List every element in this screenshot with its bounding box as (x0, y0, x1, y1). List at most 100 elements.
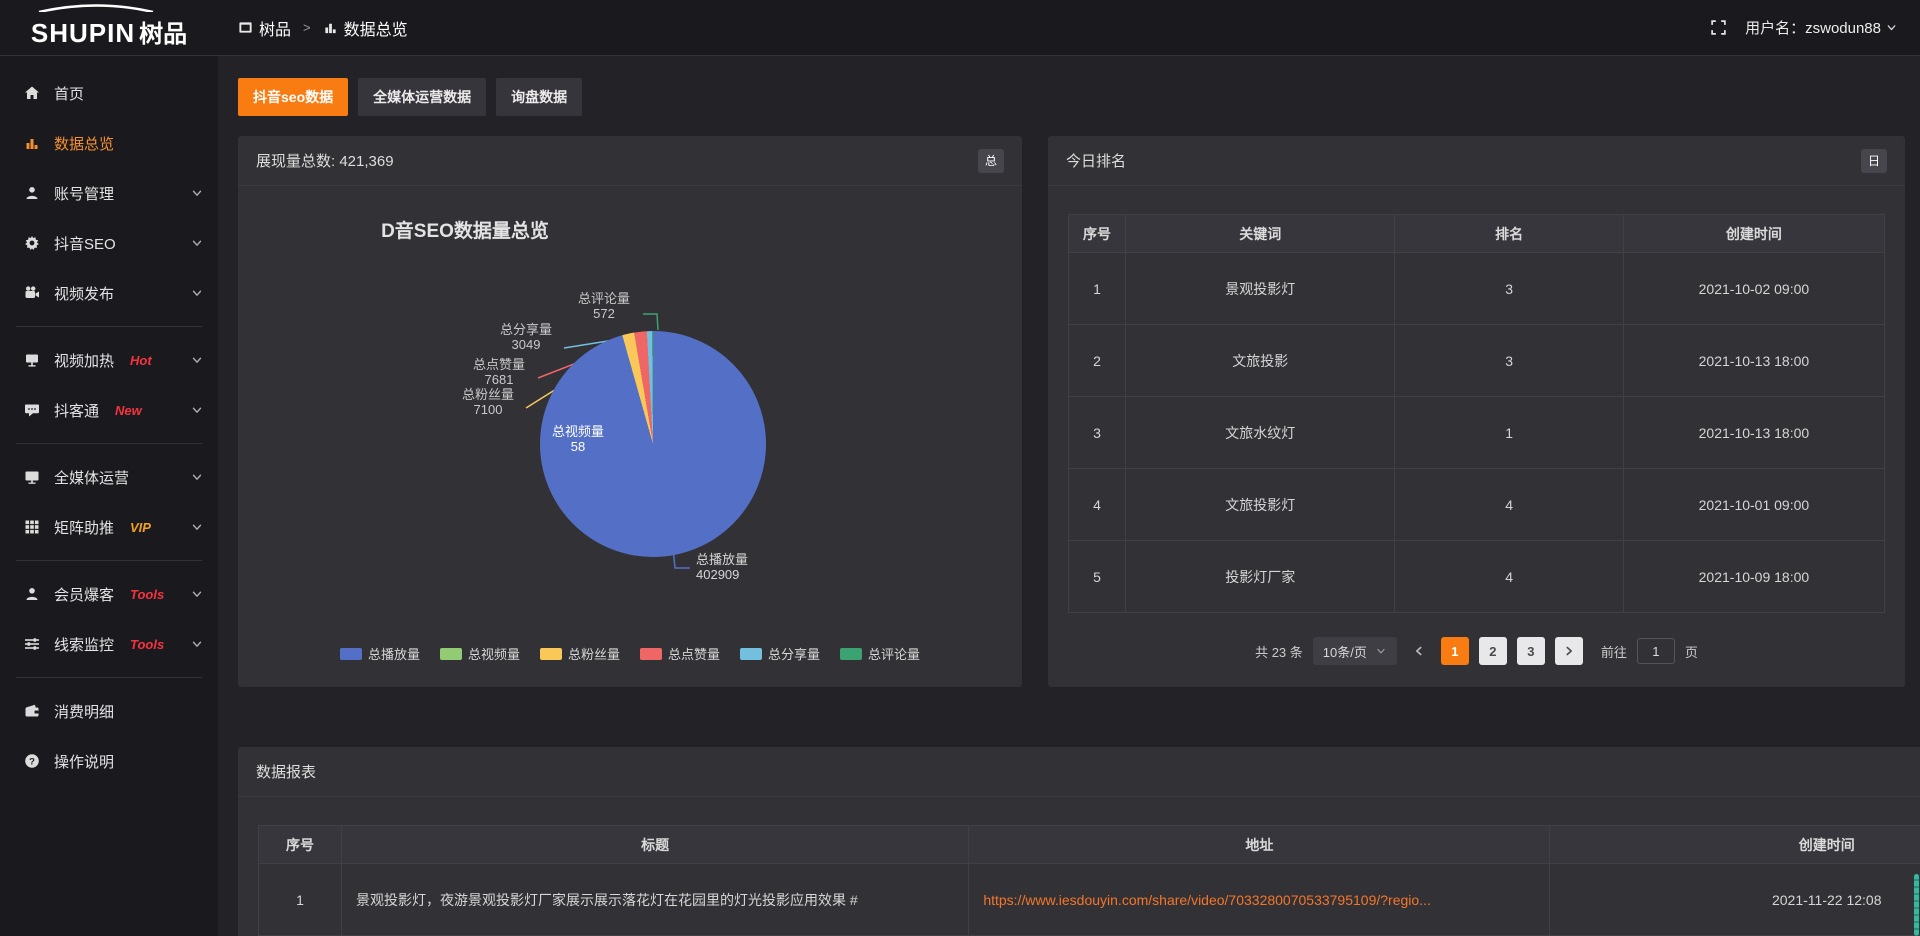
cell-created-time: 2021-10-13 18:00 (1623, 325, 1884, 397)
legend-item-shares[interactable]: 总分享量 (740, 644, 820, 663)
vip-badge: VIP (130, 520, 151, 535)
username-label: 用户名：zswodun88 (1745, 17, 1881, 38)
pie-label-shares: 总分享量 3049 (500, 322, 552, 352)
table-row[interactable]: 1 景观投影灯，夜游景观投影灯厂家展示展示落花灯在花园里的灯光投影应用效果 # … (259, 864, 1920, 936)
help-icon (24, 753, 40, 769)
sidebar-item-label: 数据总览 (54, 133, 114, 154)
new-badge: New (115, 403, 142, 418)
screen-icon (24, 352, 40, 368)
main-content: 抖音seo数据 全媒体运营数据 询盘数据 展现量总数: 421,369 总 D音… (218, 56, 1920, 936)
legend-swatch (740, 648, 762, 660)
video-camera-icon (24, 285, 40, 301)
tab-omnimedia-operation-data[interactable]: 全媒体运营数据 (358, 78, 486, 116)
chevron-down-icon (190, 403, 204, 417)
chevron-down-icon (190, 353, 204, 367)
sidebar-item-matrix-boost[interactable]: 矩阵助推 VIP (0, 502, 218, 552)
sidebar-item-label: 矩阵助推 (54, 517, 114, 538)
next-page-button[interactable] (1555, 637, 1583, 665)
tab-inquiry-data[interactable]: 询盘数据 (496, 78, 582, 116)
table-row[interactable]: 4 文旅投影灯 4 2021-10-01 09:00 (1069, 469, 1885, 541)
page-button-1[interactable]: 1 (1441, 637, 1469, 665)
cell-created-time: 2021-11-22 12:08 (1550, 864, 1920, 936)
table-row[interactable]: 2 文旅投影 3 2021-10-13 18:00 (1069, 325, 1885, 397)
day-badge-button[interactable]: 日 (1861, 149, 1887, 173)
data-report-panel: 数据报表 表 序号 标题 地址 创建时间 1 景观投影灯，夜游景观投影灯 (238, 747, 1920, 936)
page-size-select[interactable]: 10条/页 (1313, 637, 1397, 665)
pie-label-videos: 总视频量 58 (552, 424, 604, 454)
home-icon (24, 85, 40, 101)
scrollbar[interactable] (1914, 874, 1919, 936)
table-row[interactable]: 5 投影灯厂家 4 2021-10-09 18:00 (1069, 541, 1885, 613)
app-logo[interactable]: SHUPIN树品 (0, 0, 218, 56)
video-link[interactable]: https://www.iesdouyin.com/share/video/70… (983, 892, 1431, 908)
monitor-icon (24, 469, 40, 485)
cell-keyword: 文旅投影 (1126, 325, 1395, 397)
page-unit-label: 页 (1685, 642, 1698, 661)
legend-item-plays[interactable]: 总播放量 (340, 644, 420, 663)
user-menu[interactable]: 用户名：zswodun88 (1745, 17, 1898, 38)
chevron-right-icon (1562, 644, 1576, 658)
table-row[interactable]: 3 文旅水纹灯 1 2021-10-13 18:00 (1069, 397, 1885, 469)
total-badge-button[interactable]: 总 (978, 149, 1004, 173)
legend-item-videos[interactable]: 总视频量 (440, 644, 520, 663)
sidebar-item-douyin-seo[interactable]: 抖音SEO (0, 218, 218, 268)
logo-arc-icon (31, 4, 161, 12)
prev-page-button[interactable] (1407, 637, 1431, 665)
chevron-down-icon (190, 186, 204, 200)
sidebar-item-data-overview[interactable]: 数据总览 (0, 118, 218, 168)
cell-index: 1 (259, 864, 342, 936)
page-button-2[interactable]: 2 (1479, 637, 1507, 665)
sidebar-item-label: 视频发布 (54, 283, 114, 304)
cell-title: 景观投影灯，夜游景观投影灯厂家展示展示落花灯在花园里的灯光投影应用效果 # (342, 864, 969, 936)
fullscreen-icon[interactable] (1710, 19, 1727, 36)
gear-icon (24, 235, 40, 251)
sidebar-item-account-management[interactable]: 账号管理 (0, 168, 218, 218)
cell-index: 5 (1069, 541, 1126, 613)
page-button-3[interactable]: 3 (1517, 637, 1545, 665)
sidebar-item-label: 视频加热 (54, 350, 114, 371)
sidebar-item-label: 账号管理 (54, 183, 114, 204)
legend-item-fans[interactable]: 总粉丝量 (540, 644, 620, 663)
legend-item-comments[interactable]: 总评论量 (840, 644, 920, 663)
sidebar-item-label: 抖客通 (54, 400, 99, 421)
sidebar-item-douketong[interactable]: 抖客通 New (0, 385, 218, 435)
cell-rank: 4 (1395, 541, 1623, 613)
chevron-down-icon (190, 520, 204, 534)
chevron-down-icon (1375, 645, 1387, 657)
window-icon (238, 20, 253, 35)
cell-index: 3 (1069, 397, 1126, 469)
report-table: 序号 标题 地址 创建时间 1 景观投影灯，夜游景观投影灯厂家展示展示落花灯在花… (258, 825, 1920, 936)
sidebar-divider (16, 443, 202, 444)
legend-item-likes[interactable]: 总点赞量 (640, 644, 720, 663)
logo-cjk-text: 树品 (139, 21, 187, 48)
cell-index: 1 (1069, 253, 1126, 325)
sidebar-item-lead-monitoring[interactable]: 线索监控 Tools (0, 619, 218, 669)
goto-page-input[interactable] (1637, 638, 1675, 664)
sidebar-item-omnimedia-operation[interactable]: 全媒体运营 (0, 452, 218, 502)
column-header: 序号 (1069, 215, 1126, 253)
sidebar-item-consumption-details[interactable]: 消费明细 (0, 686, 218, 736)
pie-label-plays: 总播放量 402909 (696, 552, 748, 582)
cell-index: 2 (1069, 325, 1126, 397)
breadcrumb-root[interactable]: 树品 (238, 16, 291, 40)
chevron-down-icon (190, 637, 204, 651)
sidebar-item-member-baoke[interactable]: 会员爆客 Tools (0, 569, 218, 619)
sidebar-item-video-heating[interactable]: 视频加热 Hot (0, 335, 218, 385)
tools-badge: Tools (130, 637, 164, 652)
bar-chart-icon (24, 135, 40, 151)
breadcrumb-current-label: 数据总览 (344, 16, 408, 40)
sidebar-item-video-publish[interactable]: 视频发布 (0, 268, 218, 318)
cell-index: 4 (1069, 469, 1126, 541)
user-icon (24, 185, 40, 201)
today-ranking-panel: 今日排名 日 序号 关键词 排名 创建时间 (1048, 136, 1905, 687)
sidebar-item-operation-guide[interactable]: 操作说明 (0, 736, 218, 786)
pagination: 共 23 条 10条/页 1 2 3 前往 页 (1068, 637, 1885, 665)
tools-badge: Tools (130, 587, 164, 602)
tab-douyin-seo-data[interactable]: 抖音seo数据 (238, 78, 348, 116)
breadcrumb-current[interactable]: 数据总览 (323, 16, 408, 40)
table-row[interactable]: 1 景观投影灯 3 2021-10-02 09:00 (1069, 253, 1885, 325)
column-header: 地址 (969, 826, 1550, 864)
sidebar-item-label: 全媒体运营 (54, 467, 129, 488)
sidebar-item-home[interactable]: 首页 (0, 68, 218, 118)
sidebar-item-label: 会员爆客 (54, 584, 114, 605)
